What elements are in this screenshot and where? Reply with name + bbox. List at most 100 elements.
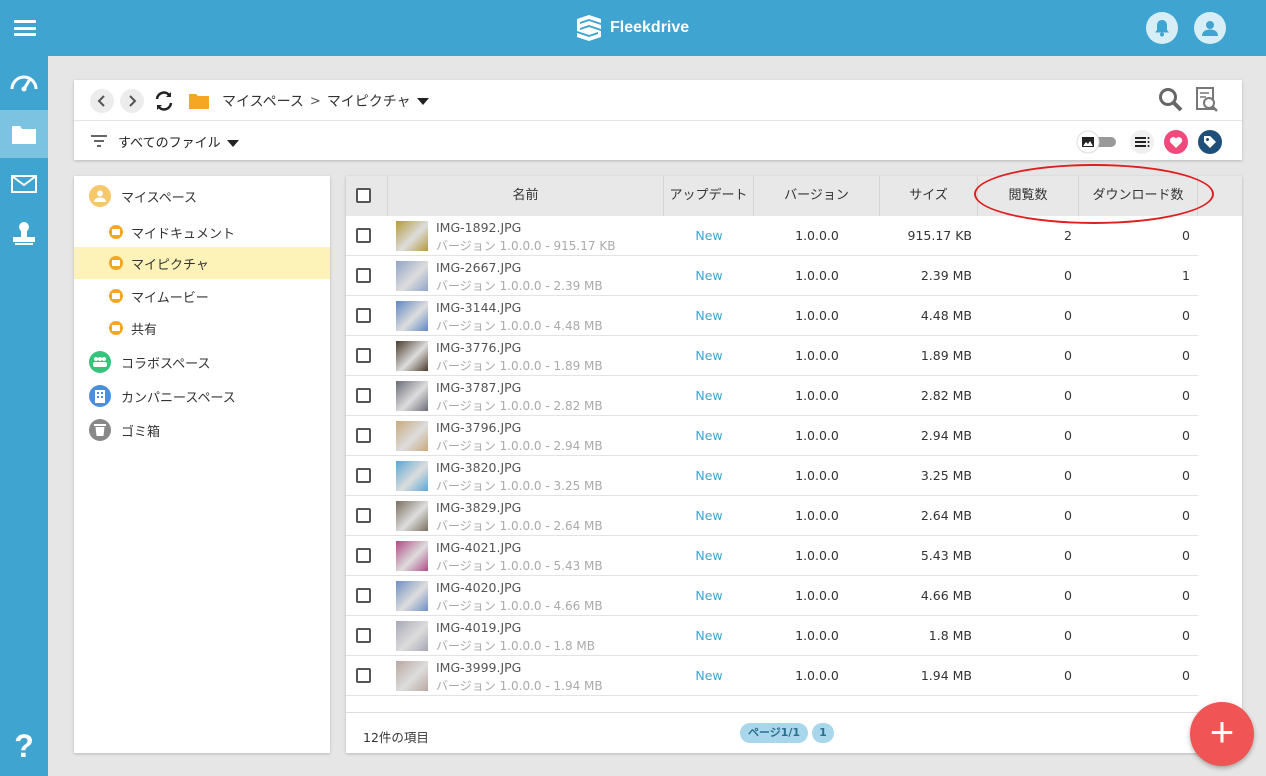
row-checkbox[interactable]	[356, 588, 371, 603]
table-row[interactable]: IMG-3787.JPG バージョン 1.0.0.0 - 2.82 MB New 1.…	[346, 376, 1198, 416]
update-status: New	[695, 228, 723, 243]
forward-button[interactable]	[120, 89, 144, 113]
file-thumbnail[interactable]	[396, 381, 428, 411]
tag-icon[interactable]	[1198, 130, 1222, 154]
view-count: 0	[1064, 308, 1072, 323]
breadcrumb-current[interactable]: マイピクチャ	[327, 91, 411, 111]
file-thumbnail[interactable]	[396, 541, 428, 571]
sidebar-item-collab-space[interactable]: コラボスペース	[74, 346, 330, 378]
row-checkbox[interactable]	[356, 548, 371, 563]
files-folder-icon[interactable]	[0, 110, 48, 158]
table-row[interactable]: IMG-3820.JPG バージョン 1.0.0.0 - 3.25 MB New 1.…	[346, 456, 1198, 496]
sidebar-item-shared[interactable]: 共有	[74, 312, 330, 344]
file-filter-dropdown[interactable]: すべてのファイル	[118, 132, 239, 151]
column-header-name[interactable]: 名前	[388, 176, 664, 216]
row-checkbox[interactable]	[356, 348, 371, 363]
file-thumbnail[interactable]	[396, 581, 428, 611]
table-row[interactable]: IMG-4020.JPG バージョン 1.0.0.0 - 4.66 MB New 1.…	[346, 576, 1198, 616]
file-name[interactable]: IMG-3820.JPG	[436, 460, 521, 475]
row-checkbox[interactable]	[356, 428, 371, 443]
row-checkbox[interactable]	[356, 508, 371, 523]
file-thumbnail[interactable]	[396, 501, 428, 531]
table-row[interactable]: IMG-3796.JPG バージョン 1.0.0.0 - 2.94 MB New 1.…	[346, 416, 1198, 456]
row-checkbox[interactable]	[356, 468, 371, 483]
select-all-checkbox[interactable]	[356, 188, 371, 203]
shared-folder-badge-icon	[109, 321, 123, 335]
refresh-icon[interactable]	[152, 89, 176, 113]
sidebar-item-trash[interactable]: ゴミ箱	[74, 414, 330, 446]
column-header-version[interactable]: バージョン	[754, 176, 880, 216]
file-name[interactable]: IMG-4020.JPG	[436, 580, 521, 595]
list-view-icon[interactable]	[1130, 130, 1154, 154]
file-thumbnail[interactable]	[396, 421, 428, 451]
document-search-icon[interactable]	[1194, 86, 1220, 114]
row-checkbox[interactable]	[356, 268, 371, 283]
page-number-button[interactable]: 1	[812, 723, 834, 743]
file-name[interactable]: IMG-4019.JPG	[436, 620, 521, 635]
table-row[interactable]: IMG-2667.JPG バージョン 1.0.0.0 - 2.39 MB New 1.…	[346, 256, 1198, 296]
mail-icon[interactable]	[0, 160, 48, 208]
user-avatar-icon[interactable]	[1194, 12, 1226, 44]
sidebar-item-my-pictures[interactable]: マイピクチャ	[74, 247, 330, 279]
update-status: New	[695, 588, 723, 603]
favorite-heart-icon[interactable]	[1164, 130, 1188, 154]
file-thumbnail[interactable]	[396, 221, 428, 251]
sidebar-item-label: マイピクチャ	[131, 257, 209, 273]
file-version: 1.0.0.0	[795, 628, 839, 643]
update-status: New	[695, 508, 723, 523]
add-file-button[interactable]: +	[1190, 702, 1254, 766]
file-thumbnail[interactable]	[396, 461, 428, 491]
thumbnail-toggle[interactable]	[1076, 130, 1116, 154]
file-name[interactable]: IMG-3144.JPG	[436, 300, 521, 315]
row-checkbox[interactable]	[356, 628, 371, 643]
file-version-meta: バージョン 1.0.0.0 - 1.89 MB	[436, 359, 603, 373]
download-count: 0	[1182, 308, 1190, 323]
column-header-update[interactable]: アップデート	[664, 176, 754, 216]
stamp-icon[interactable]	[0, 210, 48, 258]
row-checkbox[interactable]	[356, 668, 371, 683]
table-row[interactable]: IMG-4021.JPG バージョン 1.0.0.0 - 5.43 MB New 1.…	[346, 536, 1198, 576]
breadcrumb-dropdown-icon[interactable]	[416, 97, 429, 105]
row-checkbox[interactable]	[356, 308, 371, 323]
view-count: 0	[1064, 508, 1072, 523]
column-header-size[interactable]: サイズ	[880, 176, 978, 216]
table-row[interactable]: IMG-3776.JPG バージョン 1.0.0.0 - 1.89 MB New 1.…	[346, 336, 1198, 376]
menu-icon[interactable]	[14, 20, 36, 36]
view-count: 0	[1064, 268, 1072, 283]
table-row[interactable]: IMG-3829.JPG バージョン 1.0.0.0 - 2.64 MB New 1.…	[346, 496, 1198, 536]
file-name[interactable]: IMG-2667.JPG	[436, 260, 521, 275]
help-icon[interactable]: ?	[0, 728, 48, 768]
file-size: 5.43 MB	[920, 548, 972, 563]
file-name[interactable]: IMG-4021.JPG	[436, 540, 521, 555]
table-row[interactable]: IMG-3144.JPG バージョン 1.0.0.0 - 4.48 MB New 1.…	[346, 296, 1198, 336]
file-filter-label: すべてのファイル	[118, 136, 221, 151]
file-thumbnail[interactable]	[396, 301, 428, 331]
table-row[interactable]: IMG-4019.JPG バージョン 1.0.0.0 - 1.8 MB New 1.0…	[346, 616, 1198, 656]
file-name[interactable]: IMG-3796.JPG	[436, 420, 521, 435]
file-size: 2.64 MB	[920, 508, 972, 523]
file-name[interactable]: IMG-3999.JPG	[436, 660, 521, 675]
sidebar-item-my-documents[interactable]: マイドキュメント	[74, 216, 330, 248]
file-thumbnail[interactable]	[396, 341, 428, 371]
notification-bell-icon[interactable]	[1146, 12, 1178, 44]
back-button[interactable]	[90, 89, 114, 113]
dashboard-gauge-icon[interactable]	[0, 58, 48, 106]
row-checkbox[interactable]	[356, 228, 371, 243]
update-status: New	[695, 468, 723, 483]
sidebar-item-company-space[interactable]: カンパニースペース	[74, 380, 330, 412]
file-name[interactable]: IMG-3776.JPG	[436, 340, 521, 355]
file-name[interactable]: IMG-3829.JPG	[436, 500, 521, 515]
row-checkbox[interactable]	[356, 388, 371, 403]
sidebar-item-my-movies[interactable]: マイムービー	[74, 280, 330, 312]
table-row[interactable]: IMG-3999.JPG バージョン 1.0.0.0 - 1.94 MB New 1.…	[346, 656, 1198, 696]
search-icon[interactable]	[1158, 87, 1184, 113]
file-thumbnail[interactable]	[396, 261, 428, 291]
file-thumbnail[interactable]	[396, 621, 428, 651]
file-size: 2.39 MB	[920, 268, 972, 283]
breadcrumb-root[interactable]: マイスペース	[222, 91, 304, 111]
filter-icon[interactable]	[90, 134, 108, 148]
file-name[interactable]: IMG-1892.JPG	[436, 220, 521, 235]
file-name[interactable]: IMG-3787.JPG	[436, 380, 521, 395]
sidebar-item-my-space[interactable]: マイスペース	[74, 180, 330, 212]
file-thumbnail[interactable]	[396, 661, 428, 691]
